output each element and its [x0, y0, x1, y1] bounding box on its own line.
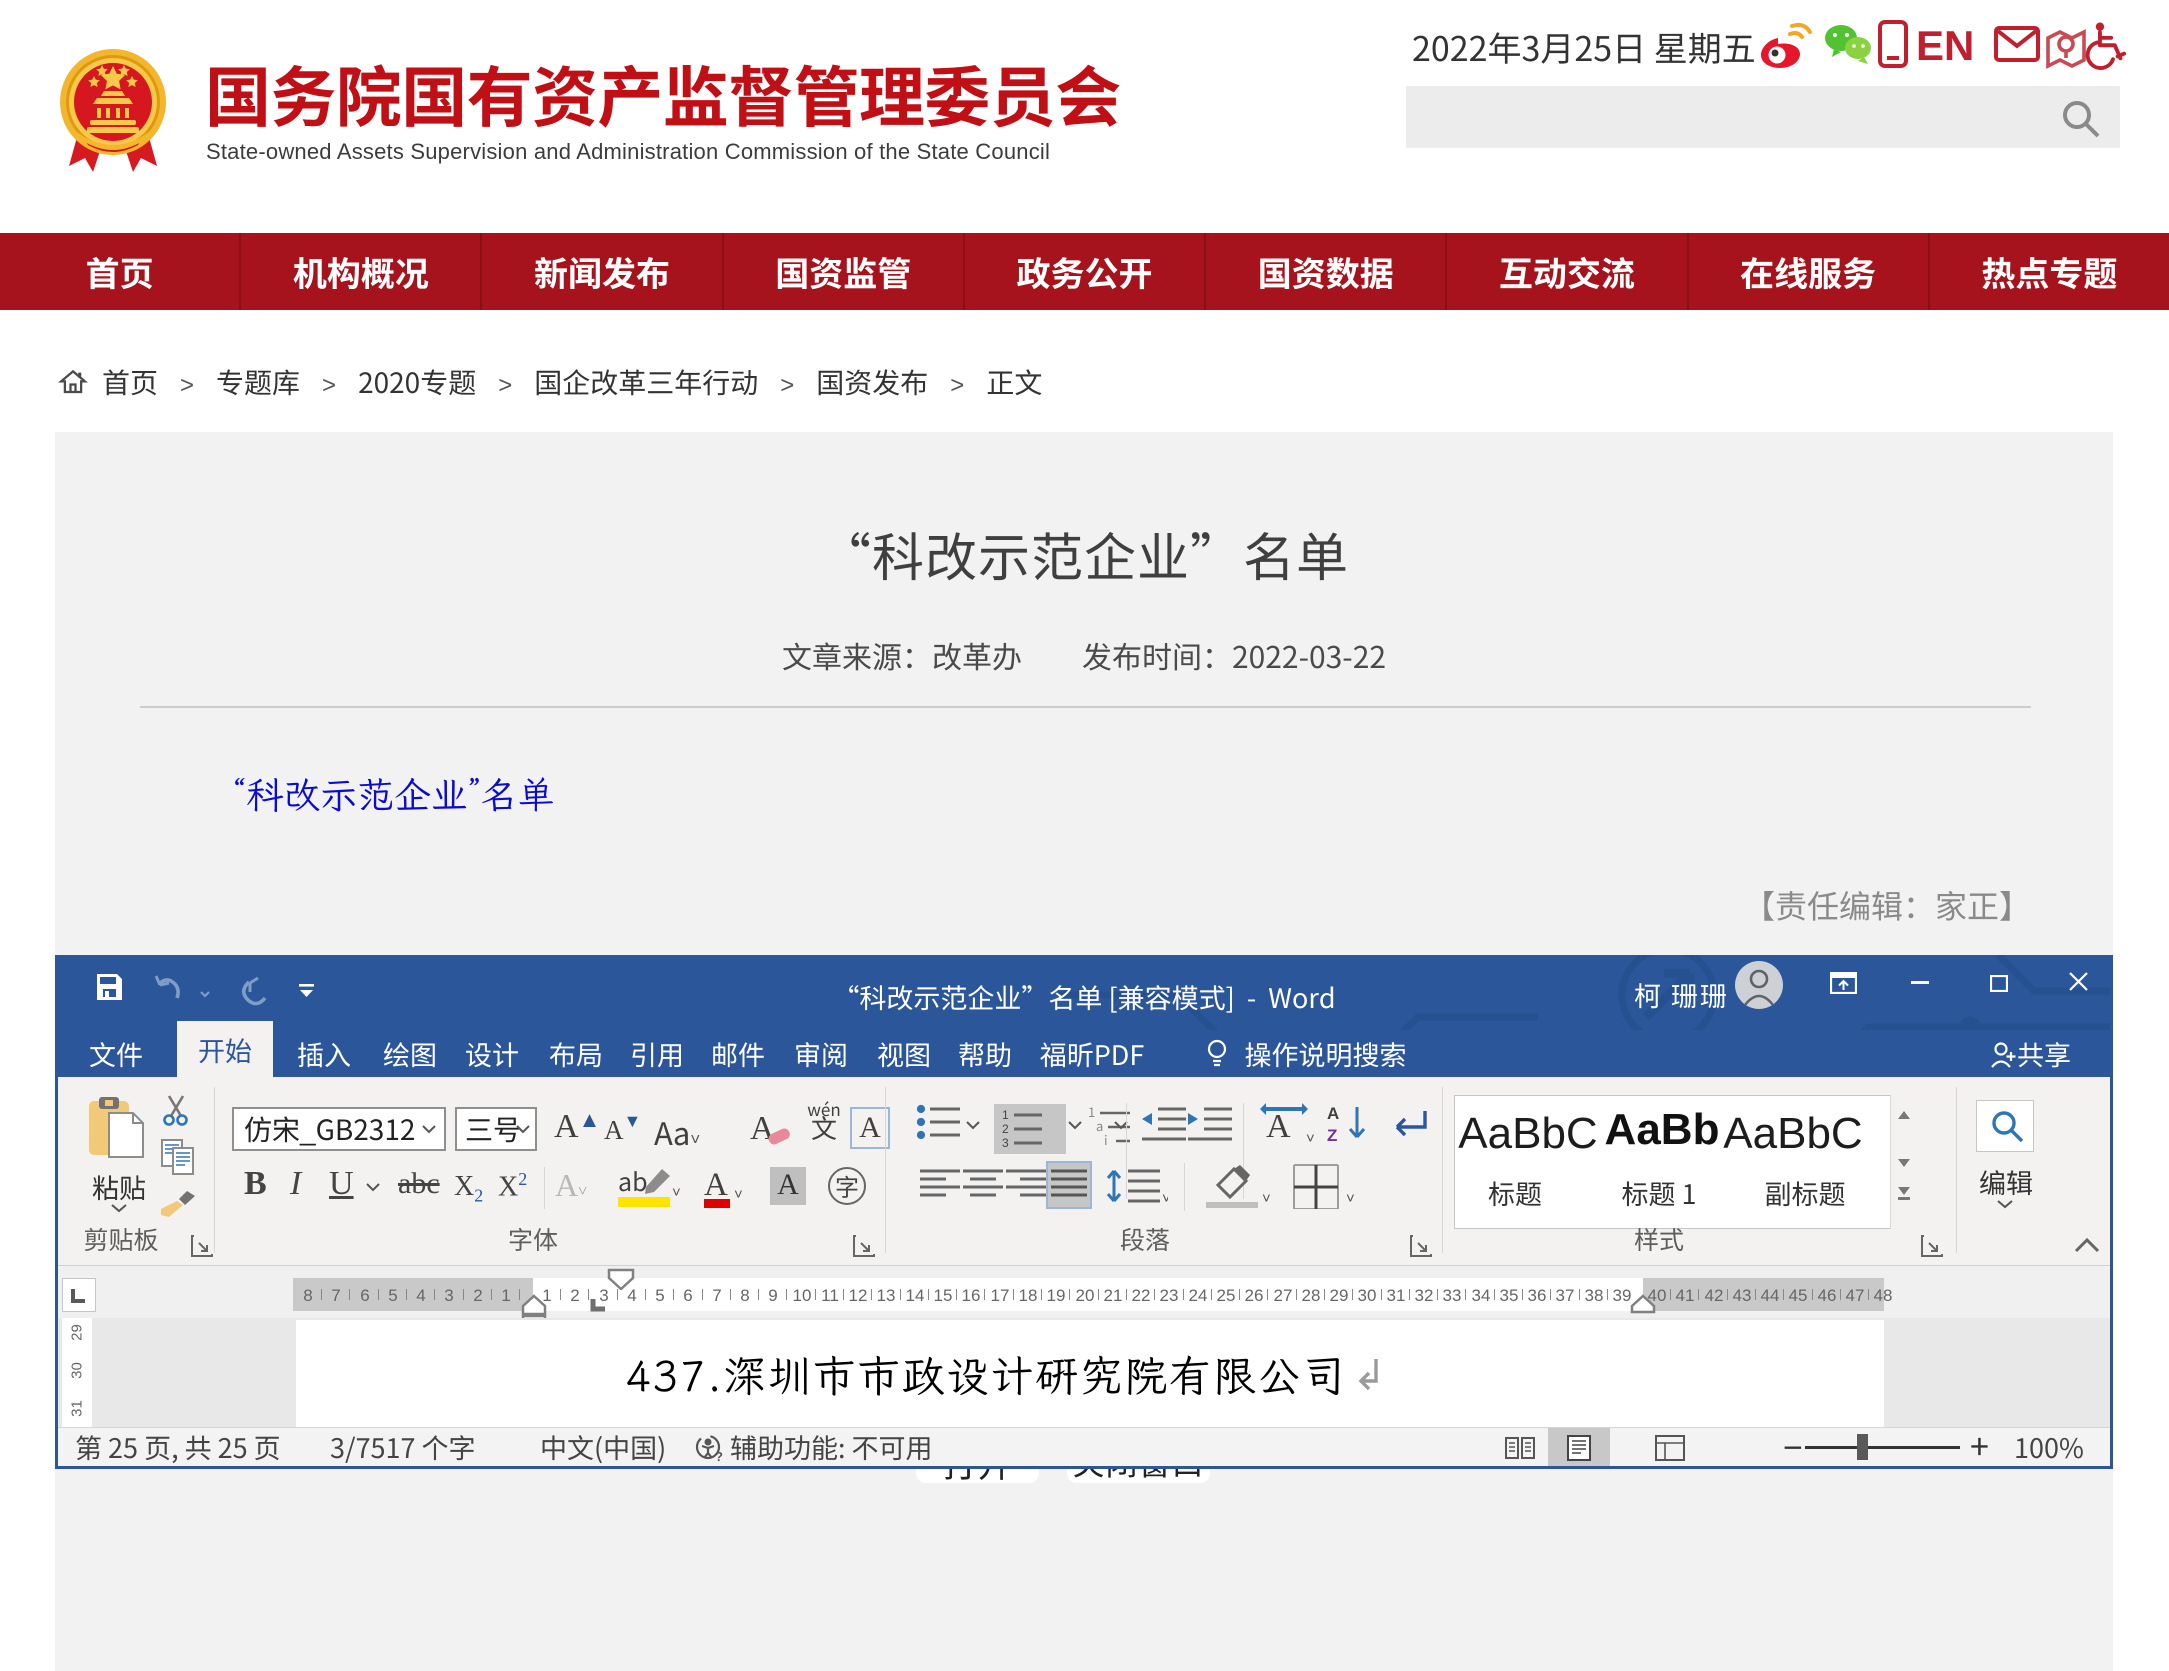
svg-text:1: 1	[1002, 1109, 1009, 1122]
svg-text:˅: ˅	[1306, 1127, 1315, 1147]
svg-text:Z: Z	[1327, 1126, 1337, 1145]
svg-text:ab: ab	[618, 1165, 648, 1199]
svg-text:1: 1	[1088, 1105, 1095, 1121]
svg-text:EN: EN	[1916, 22, 1974, 69]
svg-text:˅: ˅	[672, 1181, 681, 1202]
svg-text:A: A	[1327, 1104, 1339, 1123]
svg-text:A: A	[1266, 1108, 1291, 1145]
svg-text:A: A	[704, 1167, 728, 1203]
svg-text:a: a	[1096, 1116, 1103, 1135]
svg-text:?: ?	[715, 1446, 723, 1462]
svg-text:3: 3	[1002, 1136, 1009, 1149]
svg-text:˅: ˅	[1262, 1187, 1271, 1208]
svg-text:i: i	[1104, 1130, 1108, 1147]
svg-text:˅: ˅	[1162, 1187, 1168, 1207]
svg-text:˅: ˅	[734, 1183, 743, 1204]
svg-text:˅: ˅	[1346, 1187, 1355, 1208]
svg-text:2: 2	[1002, 1122, 1009, 1136]
